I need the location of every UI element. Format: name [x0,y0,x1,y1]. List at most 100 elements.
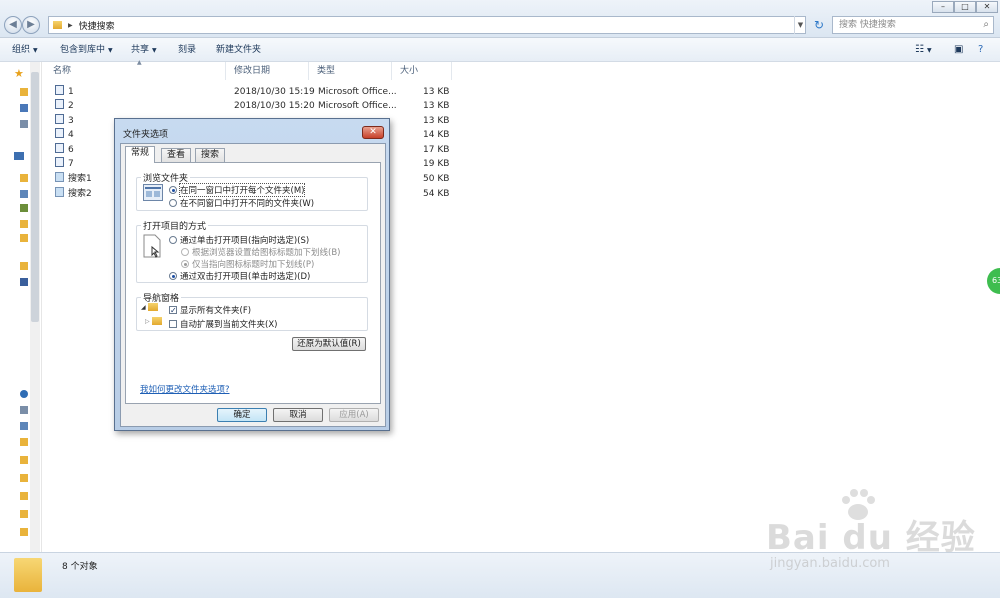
command-toolbar: 组织 ▼ 包含到库中 ▼ 共享 ▼ 刻录 新建文件夹 ☷ ▼ ▣ ? [0,38,1000,62]
floating-badge[interactable]: 63 [987,268,1000,294]
dialog-body: 常规 查看 搜索 浏览文件夹 在同一窗口中打开每个文件夹(M) 在不同窗口中打开… [120,143,386,427]
column-size-label: 大小 [400,66,419,76]
folder-icon [152,317,162,325]
folder-icon [53,21,62,29]
radio-button[interactable] [169,199,177,207]
recent-places-icon[interactable] [20,120,28,128]
folder-icon[interactable] [20,492,28,500]
maximize-button[interactable]: □ [954,1,976,13]
scrollbar-thumb[interactable] [31,72,39,322]
include-library-label: 包含到库中 [60,45,106,55]
file-name: 7 [68,159,74,169]
address-bar[interactable]: ▶ 快捷搜索 [48,16,806,34]
column-size[interactable]: 大小 [392,62,452,80]
desktop-icon[interactable] [20,104,28,112]
file-type: Microsoft Office... [318,87,397,97]
restore-defaults-button[interactable]: 还原为默认值(R) [292,337,366,351]
tab-general[interactable]: 常规 [125,146,156,163]
search-placeholder: 搜索 快捷搜索 [839,20,896,30]
file-type: Microsoft Office... [318,101,397,111]
library-icon[interactable] [20,406,28,414]
cancel-button[interactable]: 取消 [273,408,323,422]
tab-search[interactable]: 搜索 [195,148,226,162]
minimize-button[interactable]: – [932,1,954,13]
column-type-label: 类型 [317,66,336,76]
option-open-new-window[interactable]: 在不同窗口中打开不同的文件夹(W) [169,197,314,209]
radio-button[interactable] [169,272,177,280]
document-icon[interactable] [20,422,28,430]
radio-button[interactable] [169,236,177,244]
option-auto-expand[interactable]: 自动扩展到当前文件夹(X) [169,318,277,330]
tab-view[interactable]: 查看 [161,148,192,162]
folder-icon[interactable] [20,88,28,96]
column-date[interactable]: 修改日期 [226,62,309,80]
folder-icon[interactable] [20,220,28,228]
breadcrumb-current[interactable]: 快捷搜索 [79,19,115,32]
folder-icon[interactable] [20,438,28,446]
share-menu[interactable]: 共享 ▼ [131,38,157,62]
drive-icon[interactable] [20,190,28,198]
computer-icon[interactable] [14,152,24,160]
ok-button[interactable]: 确定 [217,408,267,422]
option-underline-hover[interactable]: 仅当指向图标标题时加下划线(P) [181,258,314,270]
folder-icon[interactable] [20,474,28,482]
option-single-click[interactable]: 通过单击打开项目(指向时选定)(S) [169,234,309,246]
checkbox-checked[interactable]: ✓ [169,306,177,315]
folder-icon[interactable] [20,234,28,242]
option-underline-browser[interactable]: 根据浏览器设置给图标标题加下划线(B) [181,246,340,258]
nav-scrollbar[interactable] [30,62,40,552]
file-size: 50 KB [423,174,450,184]
search-icon: ⌕ [983,19,989,30]
close-icon[interactable]: ✕ [362,126,384,139]
drive-icon[interactable] [20,204,28,212]
close-window-button[interactable]: ✕ [976,1,998,13]
organize-menu[interactable]: 组织 ▼ [12,38,38,62]
checkbox-unchecked[interactable] [169,320,177,328]
include-library-menu[interactable]: 包含到库中 ▼ [60,38,113,62]
image-file-icon [55,187,64,197]
word-doc-icon [55,85,64,95]
apply-button[interactable]: 应用(A) [329,408,379,422]
file-row[interactable]: 2 2018/10/30 15:20 Microsoft Office... 1… [45,99,455,113]
address-dropdown-button[interactable]: ▼ [794,16,806,34]
option-double-click[interactable]: 通过双击打开项目(单击时选定)(D) [169,270,310,282]
file-date: 2018/10/30 15:19 [234,87,315,97]
collapse-arrow-icon: ▷ [145,318,150,325]
share-label: 共享 [131,45,150,55]
forward-button[interactable]: ▶ [22,16,40,34]
folder-icon[interactable] [20,174,28,182]
radio-button[interactable] [169,186,177,194]
refresh-icon[interactable]: ↻ [810,16,828,34]
folder-icon[interactable] [20,262,28,270]
folder-options-dialog: 文件夹选项 ✕ 常规 查看 搜索 浏览文件夹 在同一窗口中打开每个文件夹(M) [114,118,390,431]
preview-pane-icon[interactable]: ▣ [954,38,963,62]
view-options-icon[interactable]: ☷ ▼ [915,38,932,62]
option-label: 通过单击打开项目(指向时选定)(S) [180,236,310,246]
navigation-pane-group: 导航窗格 ◢ ▷ ✓ 显示所有文件夹(F) 自动扩展到当前文件夹(X) [136,291,368,331]
back-button[interactable]: ◀ [4,16,22,34]
globe-icon[interactable] [20,390,28,398]
network-icon[interactable] [20,278,28,286]
file-date: 2018/10/30 15:20 [234,101,315,111]
radio-button[interactable] [181,260,189,268]
help-icon[interactable]: ? [978,38,983,62]
new-folder-button[interactable]: 新建文件夹 [216,38,261,62]
dialog-title: 文件夹选项 [123,130,169,140]
column-name[interactable]: 名称 [45,62,226,80]
file-name: 6 [68,145,74,155]
tab-panel-general: 浏览文件夹 在同一窗口中打开每个文件夹(M) 在不同窗口中打开不同的文件夹(W) [125,162,381,404]
folder-icon[interactable] [20,510,28,518]
option-open-same-window[interactable]: 在同一窗口中打开每个文件夹(M) [169,183,306,197]
burn-button[interactable]: 刻录 [178,38,196,62]
file-row[interactable]: 1 2018/10/30 15:19 Microsoft Office... 1… [45,85,455,99]
column-type[interactable]: 类型 [309,62,392,80]
radio-button[interactable] [181,248,189,256]
option-show-all-folders[interactable]: ✓ 显示所有文件夹(F) [169,304,251,316]
click-illustration-icon [143,234,161,258]
favorites-star-icon[interactable]: ★ [14,68,24,79]
help-link[interactable]: 我如何更改文件夹选项? [140,383,230,395]
search-input[interactable]: 搜索 快捷搜索 ⌕ [832,16,994,34]
group-title: 打开项目的方式 [141,219,209,232]
folder-icon[interactable] [20,456,28,464]
folder-icon[interactable] [20,528,28,536]
